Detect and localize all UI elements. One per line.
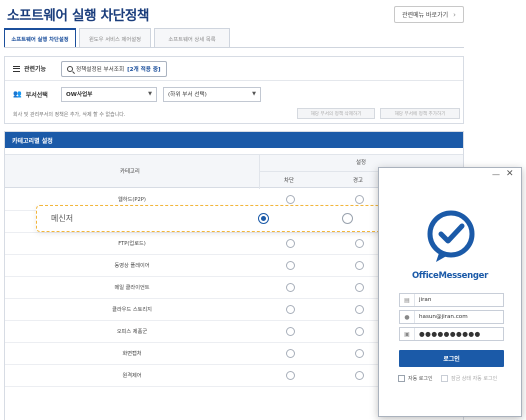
warn-radio[interactable] — [355, 371, 364, 380]
tab-bar: 소프트웨어 실행 차단설정 윈도우 서비스 제어설정 소프트웨어 상세 목록 — [4, 28, 233, 48]
search-icon — [67, 65, 73, 72]
user-id-field[interactable]: ● hasun@jiran.com — [399, 310, 504, 324]
category-name: 오피스 제품군 — [116, 329, 148, 335]
category-name: 웹하드(P2P) — [118, 197, 146, 203]
col-block: 차단 — [284, 178, 294, 184]
warn-radio[interactable] — [355, 261, 364, 270]
category-name: 메일 클라이언트 — [114, 285, 150, 291]
applied-count-badge: [2개 적용 중] — [127, 66, 161, 73]
col-warn: 경고 — [353, 178, 363, 184]
office-messenger-window: — ✕ OfficeMessenger ▤ jiran ● hasun@jira… — [378, 167, 522, 417]
warn-radio[interactable] — [355, 305, 364, 314]
block-radio[interactable] — [286, 283, 295, 292]
block-radio[interactable] — [286, 305, 295, 314]
category-name: 동영상 플레이어 — [114, 263, 150, 269]
block-radio[interactable] — [286, 327, 295, 336]
dept-policy-search-button[interactable]: 정책설정된 부서조회 [2개 적용 중] — [61, 60, 167, 77]
related-menu-label: 관련메뉴 바로가기 — [402, 12, 449, 19]
tab-sw-block-settings[interactable]: 소프트웨어 실행 차단설정 — [4, 28, 76, 48]
messenger-row-highlight: 메신저 — [36, 205, 381, 232]
block-radio[interactable] — [286, 349, 295, 358]
warn-radio[interactable] — [355, 349, 364, 358]
minimize-icon[interactable]: — — [492, 170, 500, 179]
login-button[interactable]: 로그인 — [399, 350, 504, 367]
function-label: 관련기능 — [13, 64, 57, 73]
block-radio[interactable] — [286, 195, 295, 204]
block-radio[interactable] — [286, 261, 295, 270]
category-name: 원격제어 — [122, 373, 142, 379]
delete-policy-button[interactable]: 해당 부서의 정책 삭제하기 — [297, 108, 375, 119]
password-field[interactable]: ▣ ●●●●●●●●●● — [399, 327, 504, 341]
col-setting: 설정 — [356, 160, 366, 166]
policy-notice: 회사 및 관리부서의 정책은 추가, 삭제 할 수 없습니다. — [13, 112, 126, 118]
lock-auto-login-checkbox[interactable]: 잠금 상태 자동 로그인 — [441, 375, 497, 382]
warn-radio[interactable] — [355, 239, 364, 248]
lock-icon: ▣ — [400, 328, 415, 340]
page-title: 소프트웨어 실행 차단정책 — [7, 8, 150, 24]
dept-select[interactable]: OW사업부 ▼ — [61, 86, 157, 102]
search-button-label: 정책설정된 부서조회 — [76, 66, 125, 73]
tab-sw-detail-list[interactable]: 소프트웨어 상세 목록 — [154, 28, 230, 48]
people-icon: 👥 — [13, 90, 22, 98]
company-id-field[interactable]: ▤ jiran — [399, 293, 504, 307]
tab-windows-service[interactable]: 윈도우 서비스 제어설정 — [79, 28, 151, 48]
auto-login-checkbox[interactable]: 자동 로그인 — [398, 375, 433, 382]
warn-radio[interactable] — [355, 327, 364, 336]
chevron-down-icon: ▼ — [252, 91, 256, 97]
tab-divider — [4, 47, 464, 48]
add-policy-button[interactable]: 해당 부서에 정책 추가하기 — [380, 108, 460, 119]
user-icon: ● — [400, 311, 415, 323]
category-header: 카테고리별 설정 — [5, 132, 463, 148]
block-radio[interactable] — [286, 239, 295, 248]
menu-icon — [13, 65, 20, 72]
col-category: 카테고리 — [120, 169, 140, 175]
warn-radio[interactable] — [355, 283, 364, 292]
related-menu-button[interactable]: 관련메뉴 바로가기 › — [394, 6, 464, 23]
messenger-logo-icon — [427, 210, 475, 262]
app-name: OfficeMessenger — [411, 271, 489, 281]
highlight-label: 메신저 — [51, 214, 74, 223]
dept-label: 👥 부서선택 — [13, 90, 48, 99]
subdept-select[interactable]: (하위 부서 선택) ▼ — [163, 86, 261, 102]
warn-radio[interactable] — [355, 195, 364, 204]
category-name: 클라우드 스토리지 — [112, 307, 152, 313]
building-icon: ▤ — [400, 294, 415, 306]
close-icon[interactable]: ✕ — [506, 169, 514, 179]
filter-panel: 관련기능 정책설정된 부서조회 [2개 적용 중] 👥 부서선택 OW사업부 ▼… — [4, 56, 464, 124]
category-name: 화면캡처 — [122, 351, 142, 357]
block-radio[interactable] — [258, 213, 269, 224]
warn-radio[interactable] — [342, 213, 353, 224]
chevron-right-icon: › — [453, 10, 456, 19]
chevron-down-icon: ▼ — [148, 91, 152, 97]
category-name: FTP(업로드) — [118, 241, 146, 247]
block-radio[interactable] — [286, 371, 295, 380]
